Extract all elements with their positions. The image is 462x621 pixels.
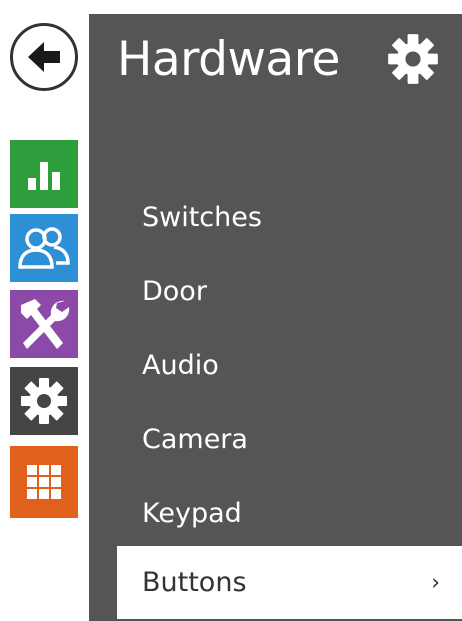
gear-icon xyxy=(388,34,438,84)
menu-item-keypad[interactable]: Keypad xyxy=(89,476,462,550)
bar-chart-icon xyxy=(28,162,60,190)
nav-tile-hardware[interactable] xyxy=(10,367,78,435)
menu-item-label: Keypad xyxy=(142,497,242,529)
settings-button[interactable] xyxy=(385,31,441,87)
app-root: Hardware Switches Door Audio Camera Keyp… xyxy=(0,0,462,621)
nav-tile-status[interactable] xyxy=(10,140,78,208)
menu-item-switches[interactable]: Switches xyxy=(89,180,462,254)
menu-item-buttons[interactable]: Buttons › xyxy=(117,546,462,619)
users-icon xyxy=(18,227,70,269)
nav-tile-services[interactable] xyxy=(10,290,78,358)
gear-icon xyxy=(21,378,67,424)
grid-icon xyxy=(27,465,61,499)
page-title: Hardware xyxy=(117,32,340,87)
tools-icon xyxy=(21,299,70,349)
menu-item-label: Buttons xyxy=(142,567,247,598)
menu-item-label: Door xyxy=(142,275,207,307)
menu-item-label: Switches xyxy=(142,201,262,233)
arrow-left-icon xyxy=(28,42,60,72)
nav-tile-directory[interactable] xyxy=(10,214,78,282)
hardware-menu: Switches Door Audio Camera Keypad Button… xyxy=(89,180,462,619)
menu-item-label: Camera xyxy=(142,423,248,455)
menu-item-audio[interactable]: Audio xyxy=(89,328,462,402)
hardware-panel: Hardware Switches Door Audio Camera Keyp… xyxy=(89,14,462,621)
menu-item-label: Audio xyxy=(142,349,219,381)
menu-item-door[interactable]: Door xyxy=(89,254,462,328)
chevron-right-icon: › xyxy=(431,570,440,595)
nav-tile-system[interactable] xyxy=(10,446,78,518)
back-button[interactable] xyxy=(10,23,78,91)
menu-item-camera[interactable]: Camera xyxy=(89,402,462,476)
